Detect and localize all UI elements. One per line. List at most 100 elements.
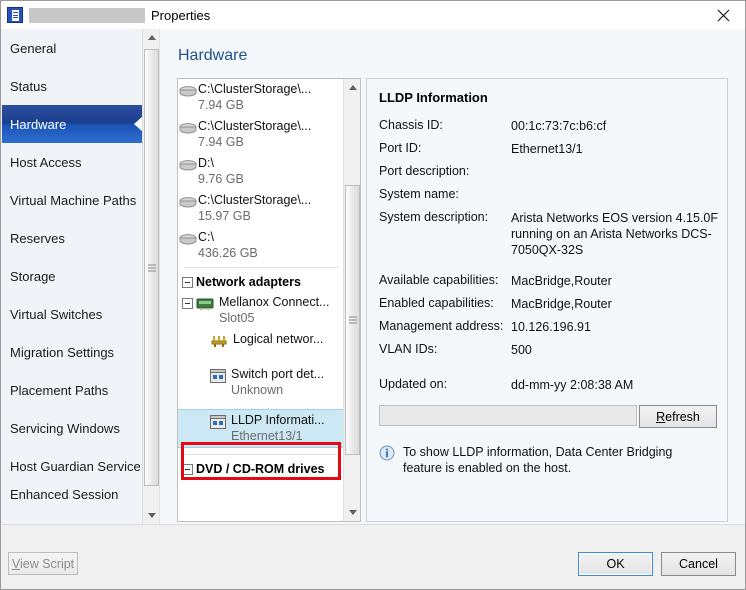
sidebar-item-placement-paths[interactable]: Placement Paths xyxy=(2,371,142,409)
sidebar-item-label: Placement Paths xyxy=(10,383,108,398)
tree-row[interactable]: C:\ 436.26 GB xyxy=(178,227,345,264)
field-value: Arista Networks EOS version 4.15.0F runn… xyxy=(511,210,719,258)
tree-item-name: C:\ClusterStorage\... xyxy=(198,119,311,134)
page-title: Hardware xyxy=(178,47,247,65)
tree-item-name: Switch port det... xyxy=(231,367,324,382)
field-vlan-ids: VLAN IDs: 500 xyxy=(379,342,719,358)
field-label: System description: xyxy=(379,210,511,258)
tree-row[interactable]: D:\ 9.76 GB xyxy=(178,153,345,190)
ok-button-label: OK xyxy=(606,557,624,571)
sidebar-item-label: Reserves xyxy=(10,231,65,246)
sidebar-item-servicing-windows[interactable]: Servicing Windows xyxy=(2,409,142,447)
tree-row[interactable]: C:\ClusterStorage\... 7.94 GB xyxy=(178,116,345,153)
field-label: System name: xyxy=(379,187,511,201)
tree-row-logical-networks[interactable]: Logical networ... xyxy=(178,329,345,352)
tree-item-name: C:\ClusterStorage\... xyxy=(198,193,311,208)
tree-item-name: Logical networ... xyxy=(233,332,323,347)
sidebar-item-migration-settings[interactable]: Migration Settings xyxy=(2,333,142,371)
sidebar-item-virtual-switches[interactable]: Virtual Switches xyxy=(2,295,142,333)
scrollbar-grip-icon xyxy=(148,264,156,271)
sidebar-scrollbar[interactable] xyxy=(142,29,159,524)
tree-item-size: 15.97 GB xyxy=(198,208,311,224)
scroll-up-arrow-icon[interactable] xyxy=(344,79,361,96)
field-value: dd-mm-yy 2:08:38 AM xyxy=(511,377,719,393)
lldp-detail-panel: LLDP Information Chassis ID: 00:1c:73:7c… xyxy=(366,78,728,522)
collapse-toggle-icon[interactable] xyxy=(182,298,193,309)
tree-item-name: C:\ xyxy=(198,230,258,245)
scroll-up-arrow-icon[interactable] xyxy=(143,29,160,46)
field-label: Updated on: xyxy=(379,377,511,393)
tree-item-labels: C:\ 436.26 GB xyxy=(198,230,258,261)
tree-group-dvd-cdrom[interactable]: DVD / CD-ROM drives xyxy=(178,458,345,479)
sidebar-item-label: Virtual Machine Paths xyxy=(10,193,136,208)
tree-group-label: DVD / CD-ROM drives xyxy=(196,461,325,476)
tree-row-switch-port[interactable]: Switch port det... Unknown xyxy=(178,364,345,401)
tree-item-size: 436.26 GB xyxy=(198,245,258,261)
progress-field xyxy=(379,405,637,426)
sidebar-item-virtual-machine-paths[interactable]: Virtual Machine Paths xyxy=(2,181,142,219)
sidebar-item-general[interactable]: General xyxy=(2,29,142,67)
sidebar-item-enhanced-session[interactable]: Enhanced Session xyxy=(2,485,142,503)
sidebar-item-storage[interactable]: Storage xyxy=(2,257,142,295)
note-text: To show LLDP information, Data Center Br… xyxy=(403,444,713,476)
tree-group-label: Network adapters xyxy=(196,274,301,289)
sidebar-item-label: Enhanced Session xyxy=(10,487,118,502)
tree-item-value: Unknown xyxy=(231,382,324,398)
window-title: Properties xyxy=(151,8,210,23)
sidebar-item-label: Migration Settings xyxy=(10,345,114,360)
refresh-button[interactable]: Refresh xyxy=(639,405,717,428)
tree-item-value: Ethernet13/1 xyxy=(231,428,325,444)
tree-scrollbar-thumb[interactable] xyxy=(345,185,360,455)
cancel-button[interactable]: Cancel xyxy=(661,552,736,576)
sidebar-item-reserves[interactable]: Reserves xyxy=(2,219,142,257)
scroll-down-arrow-icon[interactable] xyxy=(143,507,160,524)
close-icon[interactable] xyxy=(701,1,745,29)
lldp-info-note: To show LLDP information, Data Center Br… xyxy=(379,444,713,476)
redacted-host-name xyxy=(29,8,145,23)
tree-scrollbar[interactable] xyxy=(343,79,360,521)
field-value: MacBridge,Router xyxy=(511,273,719,289)
sidebar-scrollbar-thumb[interactable] xyxy=(144,49,159,486)
tree-item-labels: C:\ClusterStorage\... 7.94 GB xyxy=(198,82,311,113)
logical-network-icon xyxy=(210,333,228,349)
tree-row[interactable]: C:\ClusterStorage\... 15.97 GB xyxy=(178,190,345,227)
tree-item-name: LLDP Informati... xyxy=(231,413,325,428)
sidebar-item-list: General Status Hardware Host Access Virt… xyxy=(2,29,142,503)
field-value: MacBridge,Router xyxy=(511,296,719,312)
tree-row-lldp-information[interactable]: LLDP Informati... Ethernet13/1 xyxy=(178,409,345,448)
disk-icon xyxy=(178,83,198,99)
tree-item-labels: Switch port det... Unknown xyxy=(231,367,324,398)
network-card-icon xyxy=(196,296,214,312)
sidebar-item-label: Virtual Switches xyxy=(10,307,102,322)
disk-icon xyxy=(178,120,198,136)
collapse-toggle-icon[interactable] xyxy=(182,464,193,475)
sidebar-item-host-guardian-service[interactable]: Host Guardian Service xyxy=(2,447,142,485)
view-script-button[interactable]: View Script xyxy=(8,552,78,575)
sidebar-item-host-access[interactable]: Host Access xyxy=(2,143,142,181)
tree-row-adapter[interactable]: Mellanox Connect... Slot05 xyxy=(178,292,345,329)
field-value xyxy=(511,164,719,178)
tree-item-labels: C:\ClusterStorage\... 7.94 GB xyxy=(198,119,311,150)
collapse-toggle-icon[interactable] xyxy=(182,277,193,288)
tree-group-network-adapters[interactable]: Network adapters xyxy=(178,271,345,292)
sidebar-item-status[interactable]: Status xyxy=(2,67,142,105)
dialog-footer: View Script OK Cancel xyxy=(2,524,745,589)
field-available-capabilities: Available capabilities: MacBridge,Router xyxy=(379,273,719,289)
tree-item-name: C:\ClusterStorage\... xyxy=(198,82,311,97)
cancel-button-label: Cancel xyxy=(679,557,718,571)
ok-button[interactable]: OK xyxy=(578,552,653,576)
lldp-icon xyxy=(210,415,226,429)
field-value: 10.126.196.91 xyxy=(511,319,719,335)
tree-item-size: 7.94 GB xyxy=(198,97,311,113)
view-script-label-rest: iew Script xyxy=(20,557,74,571)
refresh-button-label-rest: efresh xyxy=(665,410,700,424)
tree-row[interactable]: C:\ClusterStorage\... 7.94 GB xyxy=(178,79,345,116)
detail-panel-title: LLDP Information xyxy=(379,90,488,105)
hardware-panel: Hardware C:\ClusterStorage\... 7.94 GB xyxy=(160,29,745,524)
refresh-accelerator: R xyxy=(656,410,665,424)
view-script-accelerator: V xyxy=(12,557,20,571)
tree-divider xyxy=(184,267,339,268)
sidebar-item-hardware[interactable]: Hardware xyxy=(2,105,142,143)
field-label: VLAN IDs: xyxy=(379,342,511,358)
scroll-down-arrow-icon[interactable] xyxy=(344,504,361,521)
